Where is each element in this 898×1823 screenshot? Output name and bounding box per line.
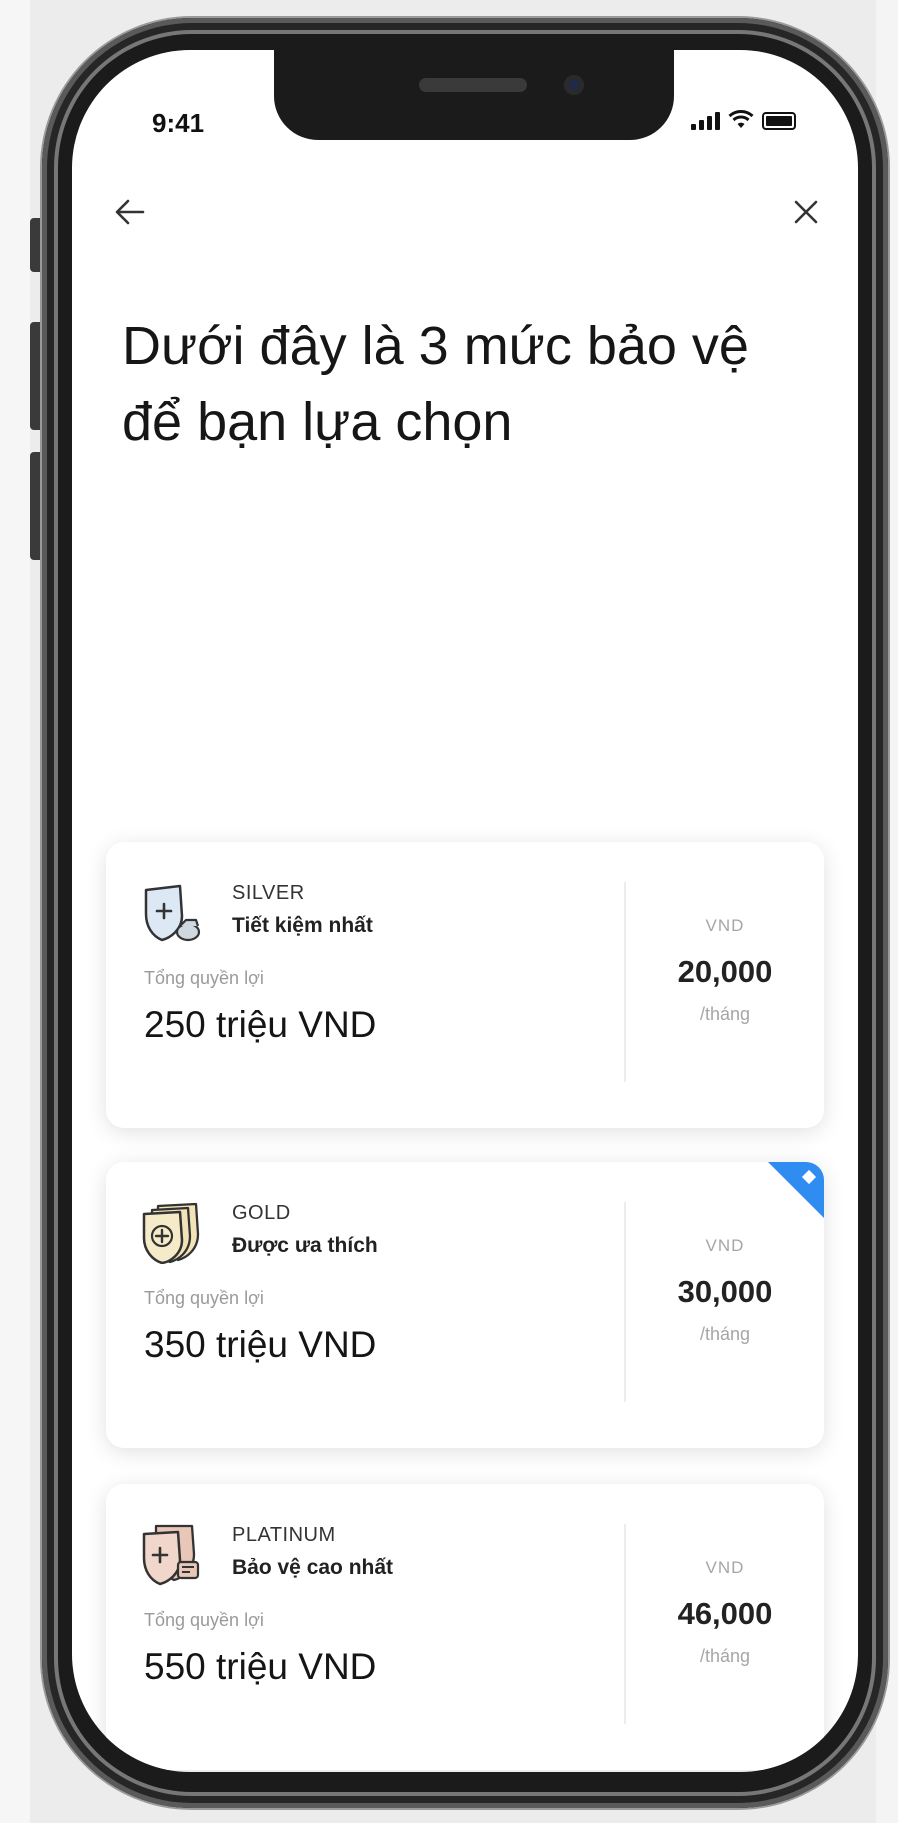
arrow-left-icon	[115, 199, 145, 225]
status-icons	[691, 110, 796, 130]
price-currency: VND	[705, 1558, 745, 1577]
shield-plus-icon	[144, 884, 201, 942]
shield-plus-icon	[142, 1524, 200, 1586]
close-button[interactable]	[784, 190, 828, 234]
plan-card-silver[interactable]: SILVER Tiết kiệm nhất Tổng quyền lợi 250…	[106, 842, 824, 1128]
price-currency: VND	[705, 1236, 745, 1255]
benefit-value: 250 triệu VND	[144, 1004, 377, 1045]
price-amount: 30,000	[677, 1274, 773, 1309]
price-amount: 20,000	[677, 954, 773, 989]
speaker	[419, 78, 527, 92]
benefit-value: 550 triệu VND	[144, 1646, 377, 1687]
status-time: 9:41	[152, 108, 205, 138]
price-box: VND 20,000 /tháng	[626, 842, 824, 1128]
plan-tagline: Bảo vệ cao nhất	[232, 1556, 394, 1579]
plan-tier: SILVER	[232, 882, 305, 904]
plan-tier: PLATINUM	[232, 1524, 336, 1546]
camera-icon	[564, 75, 584, 95]
notch	[274, 50, 674, 140]
price-box: VND 46,000 /tháng	[626, 1484, 824, 1770]
price-amount: 46,000	[677, 1596, 773, 1631]
benefit-label: Tổng quyền lợi	[144, 968, 264, 988]
page-title-line2: để bạn lựa chọn	[122, 392, 513, 452]
background-left	[0, 0, 30, 1823]
close-icon	[794, 200, 818, 224]
signal-icon	[691, 112, 720, 130]
benefit-label: Tổng quyền lợi	[144, 1288, 264, 1308]
plan-tier: GOLD	[232, 1202, 291, 1224]
plan-card-gold[interactable]: GOLD Được ưa thích Tổng quyền lợi 350 tr…	[106, 1162, 824, 1448]
back-button[interactable]	[108, 190, 152, 234]
benefit-label: Tổng quyền lợi	[144, 1610, 264, 1630]
wifi-icon	[728, 110, 754, 128]
phone-screen: 9:41 Dưới đây là 3 mức bảo vệ để bạn lựa…	[72, 50, 858, 1772]
price-box: VND 30,000 /tháng	[626, 1162, 824, 1448]
price-period: /tháng	[699, 1004, 751, 1024]
price-period: /tháng	[699, 1324, 751, 1344]
benefit-value: 350 triệu VND	[144, 1324, 377, 1365]
page-title-line1: Dưới đây là 3 mức bảo vệ	[122, 316, 749, 376]
plan-tagline: Được ưa thích	[232, 1234, 378, 1257]
price-currency: VND	[705, 916, 745, 935]
page-title: Dưới đây là 3 mức bảo vệ để bạn lựa chọn	[122, 308, 802, 460]
plan-card-platinum[interactable]: PLATINUM Bảo vệ cao nhất Tổng quyền lợi …	[106, 1484, 824, 1770]
battery-icon	[762, 112, 796, 130]
plan-tagline: Tiết kiệm nhất	[232, 914, 373, 937]
shield-plus-icon	[142, 1202, 200, 1264]
price-period: /tháng	[699, 1646, 751, 1666]
